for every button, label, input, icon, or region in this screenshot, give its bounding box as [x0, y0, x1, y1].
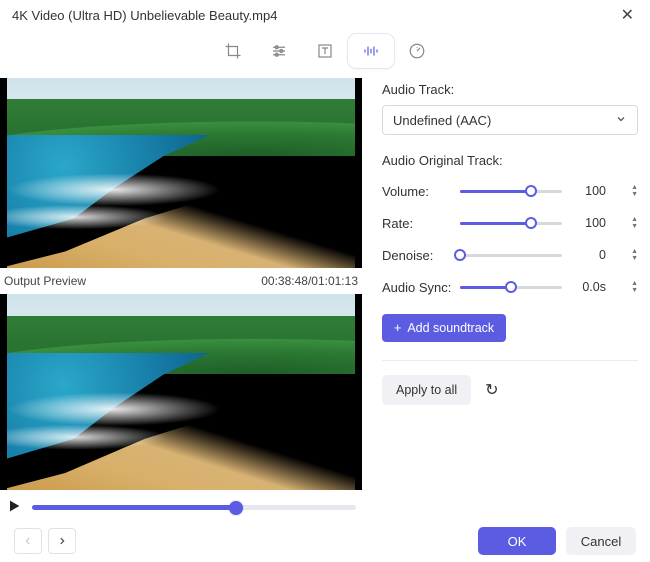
transport-bar: [0, 490, 362, 519]
audiosync-row: Audio Sync: 0.0s ▲▼: [382, 272, 638, 302]
down-icon[interactable]: ▼: [631, 191, 638, 198]
volume-stepper[interactable]: 100 ▲▼: [576, 184, 638, 198]
denoise-slider[interactable]: [460, 245, 562, 265]
main-area: Output Preview 00:38:48/01:01:13 Audio T…: [0, 68, 650, 519]
refresh-icon[interactable]: ↻: [485, 380, 498, 400]
audiosync-value: 0.0s: [576, 280, 606, 294]
denoise-row: Denoise: 0 ▲▼: [382, 240, 638, 270]
output-preview: [0, 294, 362, 490]
text-tab[interactable]: [302, 34, 348, 68]
progress-thumb: [229, 501, 243, 515]
footer: OK Cancel: [0, 519, 650, 555]
apply-all-button[interactable]: Apply to all: [382, 375, 471, 405]
progress-fill: [32, 505, 236, 510]
up-icon[interactable]: ▲: [631, 216, 638, 223]
original-preview: [0, 78, 362, 268]
title-bar: 4K Video (Ultra HD) Unbelievable Beauty.…: [0, 0, 650, 30]
volume-value: 100: [576, 184, 606, 198]
chevron-down-icon: [615, 113, 627, 128]
progress-slider[interactable]: [32, 501, 356, 515]
audio-track-label: Audio Track:: [382, 82, 638, 97]
output-preview-label: Output Preview: [4, 274, 86, 288]
cancel-button[interactable]: Cancel: [566, 527, 636, 555]
denoise-stepper[interactable]: 0 ▲▼: [576, 248, 638, 262]
preview-column: Output Preview 00:38:48/01:01:13: [0, 78, 362, 519]
volume-label: Volume:: [382, 184, 460, 199]
window-title: 4K Video (Ultra HD) Unbelievable Beauty.…: [12, 8, 277, 23]
audio-track-value: Undefined (AAC): [393, 113, 491, 128]
volume-row: Volume: 100 ▲▼: [382, 176, 638, 206]
rate-label: Rate:: [382, 216, 460, 231]
audio-original-label: Audio Original Track:: [382, 153, 638, 168]
down-icon[interactable]: ▼: [631, 223, 638, 230]
up-icon[interactable]: ▲: [631, 248, 638, 255]
timecode: 00:38:48/01:01:13: [261, 274, 358, 288]
down-icon[interactable]: ▼: [631, 255, 638, 262]
play-button[interactable]: [6, 498, 22, 517]
preview-meta: Output Preview 00:38:48/01:01:13: [0, 268, 362, 294]
plus-icon: +: [394, 321, 401, 335]
rate-row: Rate: 100 ▲▼: [382, 208, 638, 238]
up-icon[interactable]: ▲: [631, 184, 638, 191]
divider: [382, 360, 638, 361]
denoise-label: Denoise:: [382, 248, 460, 263]
audiosync-label: Audio Sync:: [382, 280, 460, 295]
audio-track-select[interactable]: Undefined (AAC): [382, 105, 638, 135]
add-soundtrack-button[interactable]: + Add soundtrack: [382, 314, 506, 342]
speed-tab[interactable]: [394, 34, 440, 68]
up-icon[interactable]: ▲: [631, 280, 638, 287]
audio-panel: Audio Track: Undefined (AAC) Audio Origi…: [382, 78, 638, 519]
rate-value: 100: [576, 216, 606, 230]
crop-tab[interactable]: [210, 34, 256, 68]
denoise-value: 0: [576, 248, 606, 262]
add-soundtrack-label: Add soundtrack: [407, 321, 494, 335]
rate-stepper[interactable]: 100 ▲▼: [576, 216, 638, 230]
next-button[interactable]: [48, 528, 76, 554]
audio-tab[interactable]: [348, 34, 394, 68]
adjust-tab[interactable]: [256, 34, 302, 68]
close-icon[interactable]: ✕: [617, 5, 638, 25]
prev-button[interactable]: [14, 528, 42, 554]
down-icon[interactable]: ▼: [631, 287, 638, 294]
volume-slider[interactable]: [460, 181, 562, 201]
audiosync-stepper[interactable]: 0.0s ▲▼: [576, 280, 638, 294]
audiosync-slider[interactable]: [460, 277, 562, 297]
rate-slider[interactable]: [460, 213, 562, 233]
ok-button[interactable]: OK: [478, 527, 556, 555]
editor-toolbar: [0, 34, 650, 68]
